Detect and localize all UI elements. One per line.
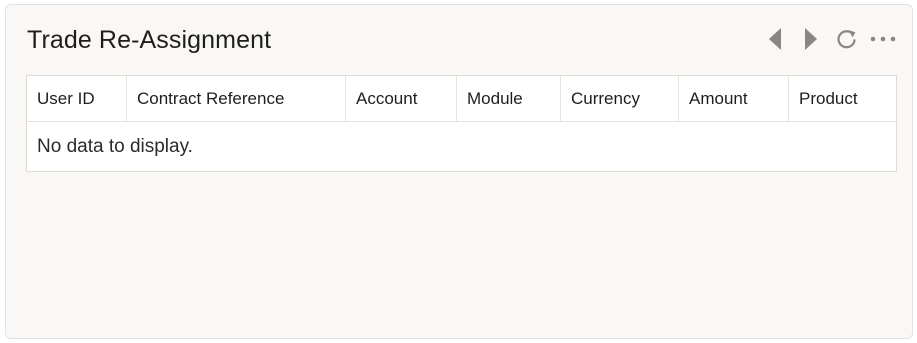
column-header-product[interactable]: Product bbox=[789, 76, 896, 121]
column-header-account[interactable]: Account bbox=[346, 76, 457, 121]
more-options-button[interactable] bbox=[869, 25, 897, 53]
column-header-currency[interactable]: Currency bbox=[561, 76, 679, 121]
refresh-icon bbox=[835, 27, 859, 51]
empty-table-message: No data to display. bbox=[37, 135, 193, 157]
previous-button[interactable] bbox=[764, 25, 786, 53]
column-header-user-id[interactable]: User ID bbox=[27, 76, 127, 121]
trade-reassignment-card: Trade Re-Assignment User ID Contract Ref… bbox=[5, 4, 913, 339]
column-header-contract-reference[interactable]: Contract Reference bbox=[127, 76, 346, 121]
refresh-button[interactable] bbox=[836, 25, 858, 53]
caret-left-icon bbox=[768, 27, 782, 51]
column-header-module[interactable]: Module bbox=[457, 76, 561, 121]
more-horizontal-icon bbox=[869, 35, 897, 43]
table-header: User ID Contract Reference Account Modul… bbox=[27, 76, 896, 122]
next-button[interactable] bbox=[800, 25, 822, 53]
card-title: Trade Re-Assignment bbox=[27, 26, 272, 54]
trade-table: User ID Contract Reference Account Modul… bbox=[26, 75, 897, 172]
caret-right-icon bbox=[804, 27, 818, 51]
card-toolbar bbox=[764, 25, 897, 53]
column-header-amount[interactable]: Amount bbox=[679, 76, 789, 121]
